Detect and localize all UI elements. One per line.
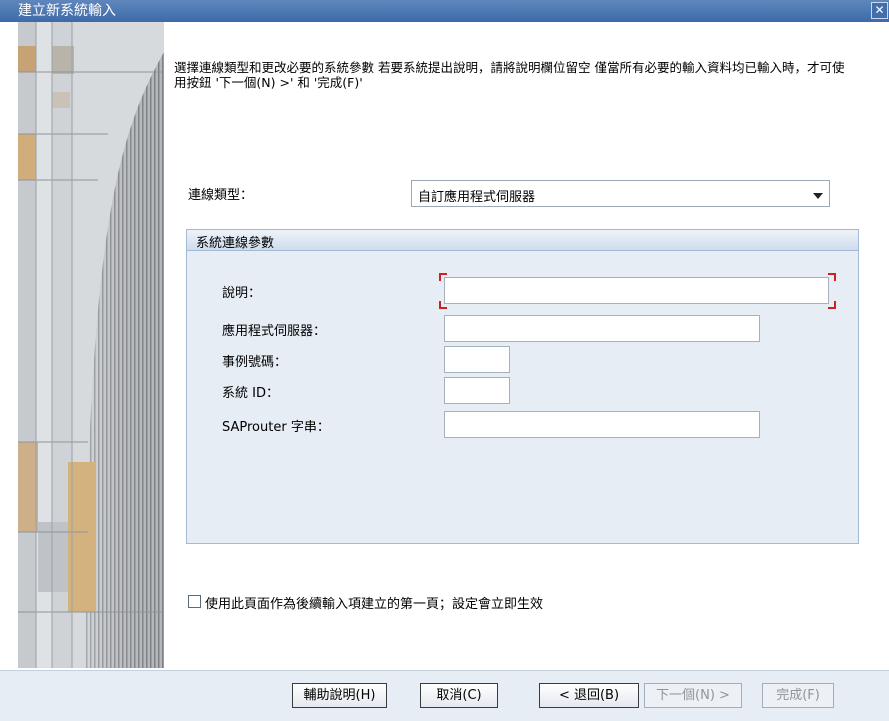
cancel-button[interactable]: 取消(C) [420,683,498,708]
focus-marker [828,273,836,281]
app-server-label: 應用程式伺服器： [222,324,327,339]
window-title: 建立新系統輸入 [18,3,116,19]
group-header: 系統連線參數 [187,230,858,251]
finish-button[interactable]: 完成(F) [762,683,834,708]
connection-type-label: 連線類型： [188,188,254,203]
close-button[interactable]: ✕ [871,2,888,19]
connection-type-value: 自訂應用程式伺服器 [418,190,536,205]
focus-marker [439,301,447,309]
saprouter-input[interactable] [444,411,760,438]
instance-number-label: 事例號碼： [222,355,288,370]
next-button[interactable]: 下一個(N) > [644,683,742,708]
description-input[interactable] [444,277,829,304]
connection-type-dropdown[interactable]: 自訂應用程式伺服器 [411,180,830,207]
focus-marker [439,273,447,281]
first-page-checkbox[interactable] [188,595,201,608]
saprouter-label: SAProuter 字串： [222,420,330,435]
back-button[interactable]: < 退回(B) [539,683,639,708]
app-server-input[interactable] [444,315,760,342]
title-bar: 建立新系統輸入 ✕ [0,0,889,22]
system-id-label: 系統 ID： [222,386,279,401]
help-button[interactable]: 輔助說明(H) [292,683,387,708]
instructions-text: 選擇連線類型和更改必要的系統參數 若要系統提出說明，請將說明欄位留空 僅當所有必… [174,60,845,90]
chevron-down-icon[interactable] [813,193,823,199]
group-title: 系統連線參數 [196,236,275,251]
description-label: 說明： [222,286,262,301]
focus-marker [828,301,836,309]
building-artwork [18,22,164,668]
wizard-side-image [18,22,164,668]
first-page-checkbox-label: 使用此頁面作為後續輸入項建立的第一頁；設定會立即生效 [205,597,544,612]
system-id-input[interactable] [444,377,510,404]
instance-number-input[interactable] [444,346,510,373]
